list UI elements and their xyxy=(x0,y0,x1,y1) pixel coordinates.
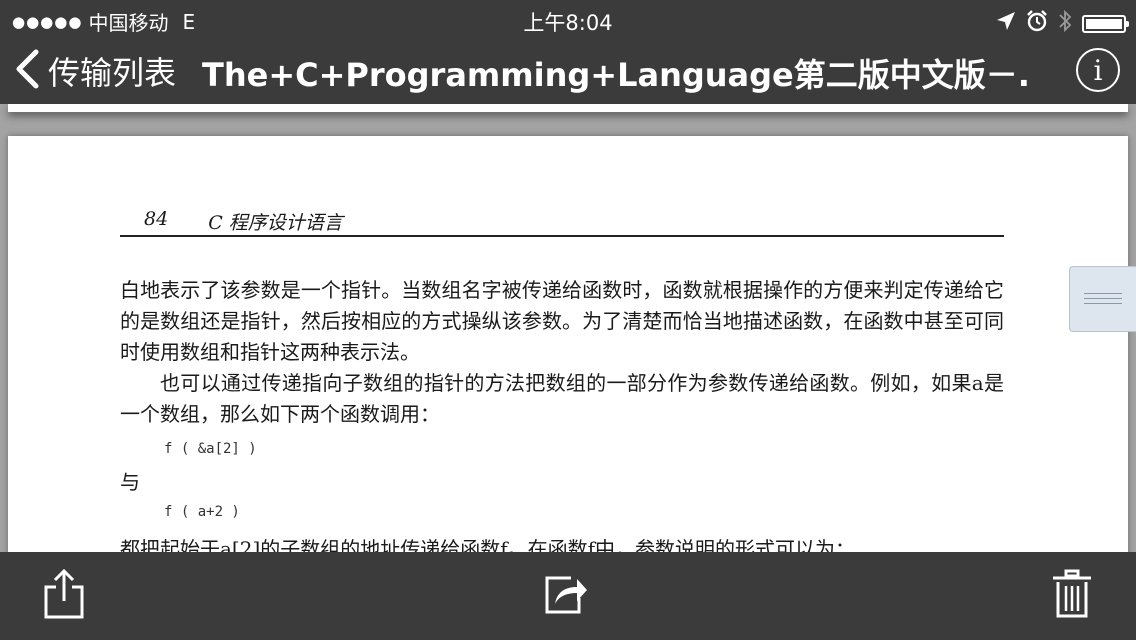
forward-button[interactable] xyxy=(542,568,590,624)
navigation-bar: 传输列表 The+C+Programming+Language第二版中文版－.p… xyxy=(0,40,1136,104)
back-label: 传输列表 xyxy=(48,54,177,92)
trash-icon xyxy=(1052,569,1092,623)
top-bar: ●●●●● 中国移动 E 上午8:04 传输列表 The+C+Programmi… xyxy=(0,0,1136,104)
info-icon: i xyxy=(1093,53,1103,87)
connector-word: 与 xyxy=(120,470,140,494)
drag-handle-icon[interactable] xyxy=(1069,266,1136,332)
delete-button[interactable] xyxy=(1048,568,1096,624)
bluetooth-icon xyxy=(1058,9,1072,38)
book-title: C 程序设计语言 xyxy=(208,212,343,234)
running-head: 84 C 程序设计语言 xyxy=(120,208,1004,235)
status-right xyxy=(996,9,1129,38)
chevron-left-icon xyxy=(14,49,40,93)
paragraph-3: 都把起始于a[2]的子数组的地址传递给函数f。在函数f中，参数说明的形式可以为： xyxy=(120,537,856,552)
battery-icon xyxy=(1082,14,1129,33)
info-button[interactable]: i xyxy=(1076,48,1120,92)
code-line-2: f ( a+2 ) xyxy=(164,504,240,520)
document-viewport[interactable]: 84 C 程序设计语言 白地表示了该参数是一个指针。当数组名字被传递给函数时，函… xyxy=(0,104,1136,552)
pdf-page: 84 C 程序设计语言 白地表示了该参数是一个指针。当数组名字被传递给函数时，函… xyxy=(8,136,1128,552)
status-bar: ●●●●● 中国移动 E 上午8:04 xyxy=(0,0,1136,40)
handle-line xyxy=(1084,298,1122,299)
page-number: 84 xyxy=(144,208,169,230)
location-arrow-icon xyxy=(996,11,1016,36)
header-rule xyxy=(120,235,1004,237)
back-button[interactable]: 传输列表 xyxy=(14,46,176,96)
alarm-icon xyxy=(1026,10,1048,37)
code-line-1: f ( &a[2] ) xyxy=(164,441,257,457)
paragraph-1: 白地表示了该参数是一个指针。当数组名字被传递给函数时，函数就根据操作的方便来判定… xyxy=(120,278,1004,364)
bottom-toolbar xyxy=(0,552,1136,640)
forward-icon xyxy=(543,572,589,620)
handle-line xyxy=(1084,303,1122,304)
paragraph-2: 也可以通过传递指向子数组的指针的方法把数组的一部分作为参数传递给函数。例如，如果… xyxy=(120,371,1004,426)
previous-page-edge xyxy=(8,104,1128,112)
status-time: 上午8:04 xyxy=(523,11,613,35)
handle-line xyxy=(1084,293,1122,294)
share-icon xyxy=(42,568,86,623)
share-button[interactable] xyxy=(40,568,88,624)
document-title: The+C+Programming+Language第二版中文版－.pdf xyxy=(202,56,1032,94)
battery-fill xyxy=(1086,18,1122,29)
